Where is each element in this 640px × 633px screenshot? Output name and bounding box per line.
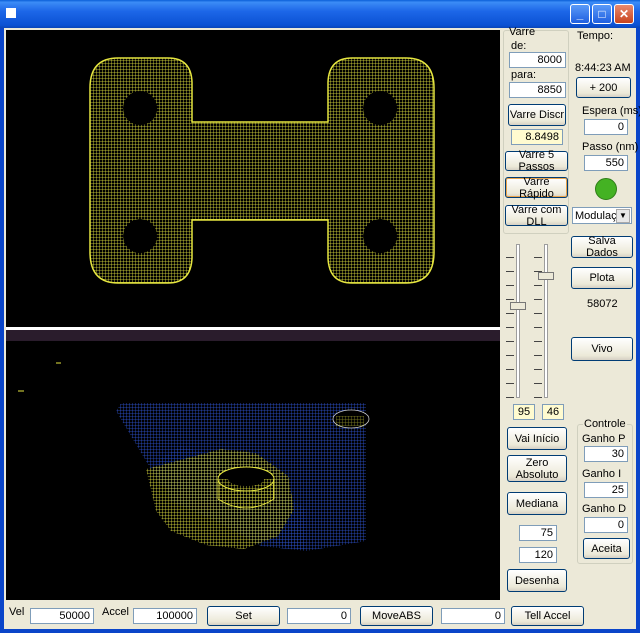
varre-com-dll-button[interactable]: Varre com DLL [505, 204, 568, 228]
accel-input[interactable]: 100000 [133, 608, 197, 624]
bottom-3d-view-canvas[interactable] [6, 341, 500, 600]
field-b-input[interactable]: 120 [519, 547, 557, 563]
plus-200-button[interactable]: + 200 [576, 77, 631, 98]
controller-group-label: Controle [583, 418, 627, 430]
mediana-button[interactable]: Mediana [507, 492, 567, 515]
ganho-p-input[interactable]: 30 [584, 446, 628, 462]
chevron-down-icon[interactable]: ▼ [616, 209, 630, 223]
ganho-i-input[interactable]: 25 [584, 482, 628, 498]
accel-label: Accel [102, 606, 129, 618]
top-view-canvas[interactable] [6, 30, 500, 327]
passo-label: Passo (nm) [582, 141, 639, 153]
field-a-input[interactable]: 75 [519, 525, 557, 541]
desenha-button[interactable]: Desenha [507, 569, 567, 592]
from-label: de: [511, 40, 527, 52]
to-input[interactable]: 8850 [509, 82, 566, 98]
varre-5-passos-button[interactable]: Varre 5 Passos [505, 149, 568, 173]
position2-input[interactable]: 0 [441, 608, 505, 624]
close-icon[interactable]: ✕ [614, 4, 634, 24]
passo-input[interactable]: 550 [584, 155, 628, 171]
vel-label: Vel [9, 606, 25, 618]
plate-3d-view [18, 362, 370, 551]
app-icon[interactable] [6, 8, 16, 18]
count-value: 58072 [587, 298, 618, 310]
left-slider-thumb[interactable] [510, 302, 526, 310]
left-slider-track[interactable] [516, 244, 520, 398]
current-value-field: 8.8498 [511, 129, 563, 145]
from-input[interactable]: 8000 [509, 52, 566, 68]
ganho-d-label: Ganho D [582, 503, 627, 515]
aceita-button[interactable]: Aceita [583, 538, 630, 559]
maximize-icon[interactable]: □ [592, 4, 612, 24]
scan-group-label: Varre [509, 26, 536, 38]
view-divider-line [6, 327, 500, 330]
vivo-button[interactable]: Vivo [571, 337, 633, 361]
tell-accel-button[interactable]: Tell Accel [511, 606, 584, 626]
set-button[interactable]: Set [207, 606, 280, 626]
espera-input[interactable]: 0 [584, 119, 628, 135]
plota-button[interactable]: Plota [571, 267, 633, 289]
tempo-value: 8:44:23 AM [575, 62, 631, 74]
vai-inicio-button[interactable]: Vai Início [507, 427, 567, 450]
right-slider-ticks [534, 244, 542, 398]
minimize-icon[interactable]: _ [570, 4, 590, 24]
vel-input[interactable]: 50000 [30, 608, 94, 624]
varre-rapido-button[interactable]: Varre Rápido [505, 176, 568, 200]
ganho-p-label: Ganho P [582, 433, 626, 445]
ganho-i-label: Ganho I [582, 468, 622, 480]
right-slider-thumb[interactable] [538, 272, 554, 280]
left-slider-value: 95 [513, 404, 535, 420]
left-slider-ticks [506, 244, 514, 398]
status-indicator-icon [595, 178, 617, 200]
right-slider-value: 46 [542, 404, 564, 420]
ganho-d-input[interactable]: 0 [584, 517, 628, 533]
position-input[interactable]: 0 [287, 608, 351, 624]
title-bar[interactable] [0, 0, 640, 28]
modulation-select[interactable]: Modulação ▼ [572, 207, 632, 224]
tempo-label: Tempo: [577, 30, 614, 42]
salva-dados-button[interactable]: Salva Dados [571, 235, 633, 259]
to-label: para: [511, 69, 537, 81]
zero-absoluto-button[interactable]: Zero Absoluto [507, 455, 567, 482]
right-slider-track[interactable] [544, 244, 548, 398]
espera-label: Espera (ms) [582, 105, 640, 117]
moveabs-button[interactable]: MoveABS [360, 606, 433, 626]
varre-discr-button[interactable]: Varre Discr [508, 104, 566, 126]
plate-top-view [6, 30, 500, 327]
